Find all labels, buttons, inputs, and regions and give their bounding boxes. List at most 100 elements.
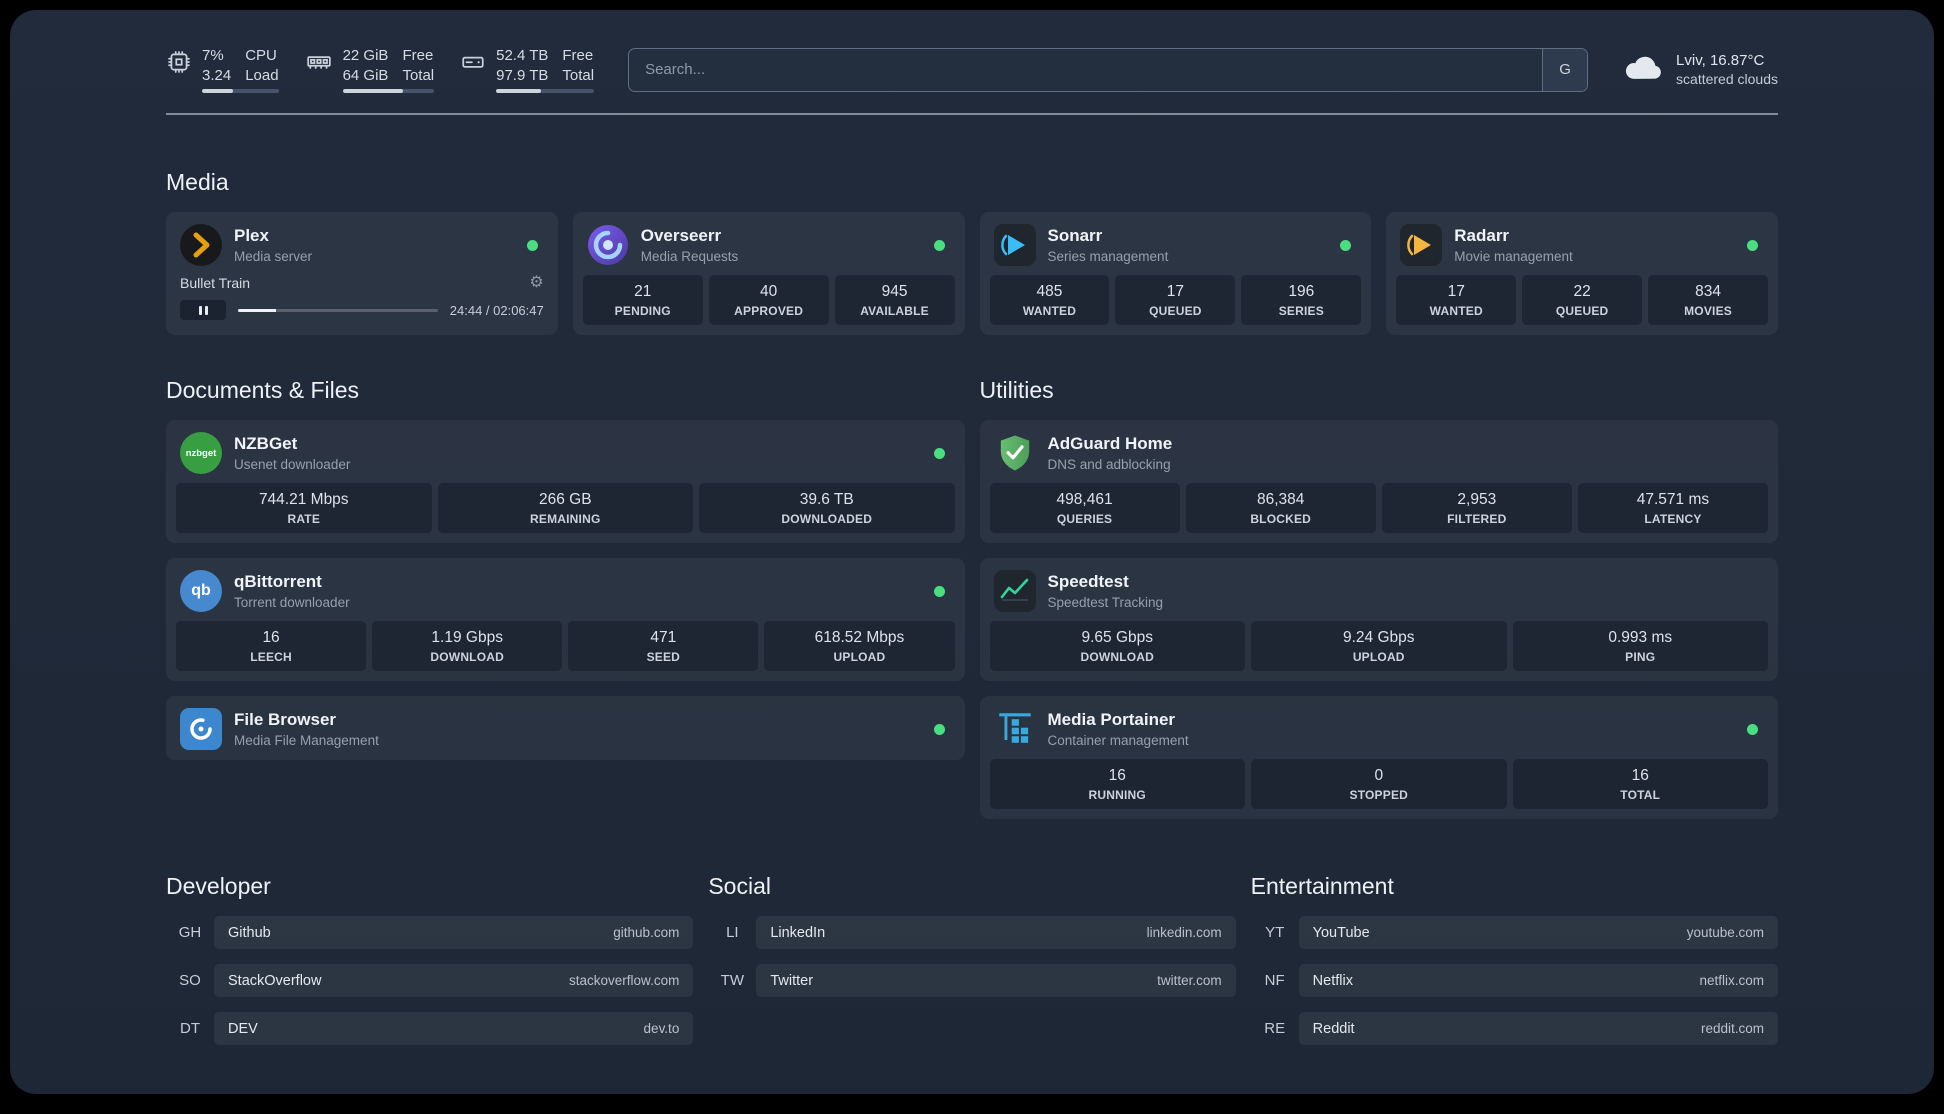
stat-label: STOPPED — [1349, 788, 1409, 802]
stat-tile: 1.19 Gbps DOWNLOAD — [372, 621, 563, 671]
stat-value: 21 — [634, 283, 652, 300]
stat-value: 945 — [881, 283, 908, 300]
service-subtitle: Media Requests — [640, 249, 739, 264]
stat-value: 39.6 TB — [799, 491, 854, 508]
service-card-sonarr[interactable]: Sonarr Series management 485 WANTED 17 Q… — [979, 212, 1372, 335]
stat-value: 744.21 Mbps — [258, 491, 349, 508]
service-card-portainer[interactable]: Media Portainer Container management 16 … — [979, 696, 1778, 819]
service-title: Radarr — [1454, 226, 1510, 245]
service-title: NZBGet — [234, 434, 298, 453]
bookmark-link-linkedin[interactable]: LinkedIn linkedin.com — [756, 916, 1236, 949]
status-dot — [933, 723, 945, 735]
bookmark-link-github[interactable]: Github github.com — [214, 916, 694, 949]
bookmark-row: TW Twitter twitter.com — [708, 964, 1236, 997]
cpu-chip-icon — [166, 49, 192, 75]
service-subtitle: Media server — [234, 249, 313, 264]
disk-total-label: Total — [562, 66, 595, 84]
now-playing-title: Bullet Train — [180, 275, 251, 291]
pause-button[interactable] — [180, 300, 226, 320]
bookmark-abbr: LI — [726, 924, 739, 941]
service-card-qbittorrent[interactable]: qb qBittorrent Torrent downloader 16 LEE… — [166, 558, 965, 681]
cpu-widget: 7% 3.24 CPU Load — [166, 46, 279, 93]
bookmark-link-reddit[interactable]: Reddit reddit.com — [1298, 1012, 1778, 1045]
service-card-speedtest[interactable]: Speedtest Speedtest Tracking 9.65 Gbps D… — [979, 558, 1778, 681]
bookmark-abbr: GH — [178, 924, 202, 941]
stat-value: 16 — [262, 629, 280, 646]
bookmark-group-developer: Developer GH Github github.com SO StackO… — [166, 873, 694, 1060]
bookmark-domain: stackoverflow.com — [569, 973, 680, 988]
service-title: File Browser — [234, 710, 337, 729]
stat-value: 9.24 Gbps — [1342, 629, 1415, 646]
search-input[interactable] — [629, 48, 1543, 91]
stat-tile: 16 TOTAL — [1512, 759, 1768, 809]
service-subtitle: DNS and adblocking — [1047, 457, 1171, 472]
disk-drive-icon — [460, 49, 486, 75]
bookmark-name: Twitter — [770, 972, 814, 989]
disk-free-label: Free — [562, 47, 594, 64]
service-card-plex[interactable]: Plex Media server Bullet Train ⚙ 24:44 /… — [166, 212, 558, 335]
stat-value: 22 — [1573, 283, 1591, 300]
memory-ram-icon — [305, 49, 333, 75]
bookmark-link-youtube[interactable]: YouTube youtube.com — [1298, 916, 1778, 949]
service-card-adguard[interactable]: AdGuard Home DNS and adblocking 498,461 … — [979, 420, 1778, 543]
stat-value: 834 — [1695, 283, 1721, 300]
bookmark-abbr: RE — [1264, 1020, 1286, 1037]
cpu-load-value: 3.24 — [202, 66, 232, 84]
stat-tile: 16 LEECH — [176, 621, 367, 671]
status-dot — [526, 239, 538, 251]
service-subtitle: Torrent downloader — [234, 595, 350, 610]
filebrowser-icon — [180, 708, 222, 750]
stat-value: 47.571 ms — [1636, 491, 1710, 508]
stat-value: 9.65 Gbps — [1081, 629, 1154, 646]
stat-value: 17 — [1166, 283, 1184, 300]
service-card-nzbget[interactable]: nzbget NZBGet Usenet downloader 744.21 M… — [166, 420, 965, 543]
stat-label: DOWNLOADED — [781, 512, 873, 526]
status-dot — [933, 239, 945, 251]
stat-tile: 17 QUEUED — [1115, 275, 1236, 325]
stat-tile: 86,384 BLOCKED — [1185, 483, 1376, 533]
bookmark-link-dev[interactable]: DEV dev.to — [214, 1012, 694, 1045]
stat-tile: 2,953 FILTERED — [1381, 483, 1572, 533]
bookmark-link-twitter[interactable]: Twitter twitter.com — [756, 964, 1236, 997]
stat-tile: 47.571 ms LATENCY — [1577, 483, 1768, 533]
speedtest-graph-icon — [993, 570, 1036, 612]
status-dot — [1340, 239, 1352, 251]
stat-tile: 945 AVAILABLE — [834, 275, 955, 325]
service-title: Plex — [234, 226, 269, 245]
stat-tile: 266 GB REMAINING — [437, 483, 693, 533]
service-subtitle: Media File Management — [234, 733, 379, 748]
stat-value: 0.993 ms — [1608, 629, 1673, 646]
section-utilities: Utilities AdGuard Home DNS and adblockin… — [979, 377, 1778, 819]
stat-label: QUEUED — [1555, 304, 1609, 318]
stat-label: TOTAL — [1620, 788, 1661, 802]
bookmark-name: LinkedIn — [770, 924, 826, 941]
dashboard-frame: 7% 3.24 CPU Load 22 GiB 64 GiB Free Tota… — [10, 10, 1934, 1094]
stat-tile: 485 WANTED — [989, 275, 1110, 325]
memory-total-label: Total — [402, 66, 435, 84]
bookmark-link-netflix[interactable]: Netflix netflix.com — [1298, 964, 1778, 997]
service-card-filebrowser[interactable]: File Browser Media File Management — [166, 696, 965, 760]
bookmark-domain: github.com — [613, 925, 680, 940]
stat-tile: 16 RUNNING — [989, 759, 1245, 809]
service-card-overseerr[interactable]: Overseerr Media Requests 21 PENDING 40 A… — [572, 212, 965, 335]
cloud-icon — [1622, 51, 1664, 88]
disk-free-value: 52.4 TB — [496, 47, 549, 64]
cpu-load-label: Load — [245, 66, 279, 84]
bookmark-link-stackoverflow[interactable]: StackOverflow stackoverflow.com — [214, 964, 694, 997]
stat-value: 16 — [1108, 767, 1126, 784]
dashboard-page: 7% 3.24 CPU Load 22 GiB 64 GiB Free Tota… — [10, 10, 1934, 1060]
bookmark-row: NF Netflix netflix.com — [1251, 964, 1778, 997]
service-card-radarr[interactable]: Radarr Movie management 17 WANTED 22 QUE… — [1386, 212, 1778, 335]
search-provider-button[interactable]: G — [1542, 48, 1588, 91]
stat-tile: 21 PENDING — [582, 275, 703, 325]
stat-value: 86,384 — [1256, 491, 1305, 508]
stat-value: 1.19 Gbps — [431, 629, 503, 646]
bookmark-group-title: Entertainment — [1250, 873, 1394, 899]
bookmark-row: RE Reddit reddit.com — [1251, 1012, 1778, 1045]
stat-label: UPLOAD — [833, 650, 886, 664]
bookmark-domain: youtube.com — [1686, 925, 1764, 940]
status-dot — [933, 585, 945, 597]
bookmark-domain: twitter.com — [1157, 973, 1222, 988]
adguard-shield-icon — [994, 432, 1036, 474]
gear-icon[interactable]: ⚙ — [529, 275, 543, 291]
